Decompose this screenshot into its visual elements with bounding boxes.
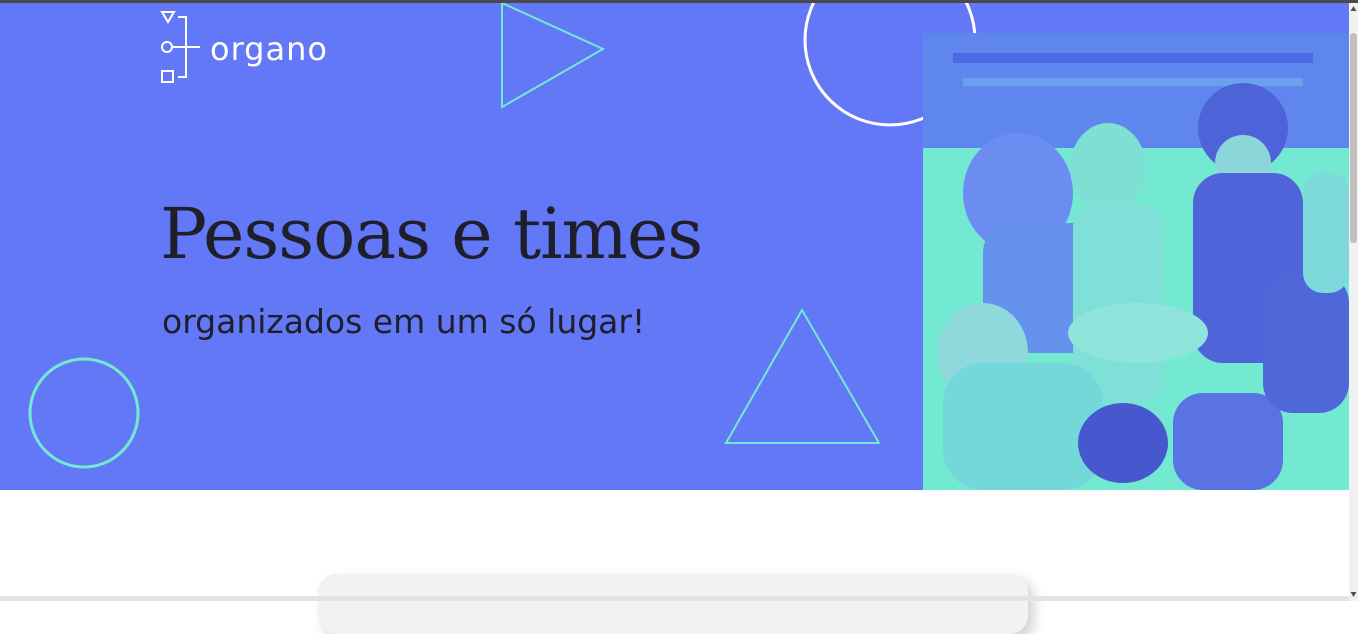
hero-banner: organo Pessoas e times organizados em um… <box>0 3 1349 490</box>
circle-outline-left <box>28 357 140 469</box>
form-card <box>318 574 1028 634</box>
hero-subheadline: organizados em um só lugar! <box>162 302 646 341</box>
arrow-down-icon[interactable] <box>1350 590 1357 598</box>
bottom-divider <box>0 596 1349 601</box>
hero-headline: Pessoas e times <box>160 193 703 275</box>
organo-logo-icon <box>160 11 200 83</box>
scrollbar-thumb[interactable] <box>1350 33 1357 243</box>
team-hands-together-photo <box>923 33 1349 490</box>
triangle-outline-bottom <box>724 307 881 444</box>
arrow-up-icon[interactable] <box>1350 5 1357 13</box>
team-photo-illustration <box>923 33 1349 490</box>
logo-text: organo <box>210 30 328 68</box>
vertical-scrollbar[interactable] <box>1349 3 1358 601</box>
triangle-outline-top <box>501 3 606 109</box>
organo-logo[interactable]: organo <box>160 10 360 85</box>
